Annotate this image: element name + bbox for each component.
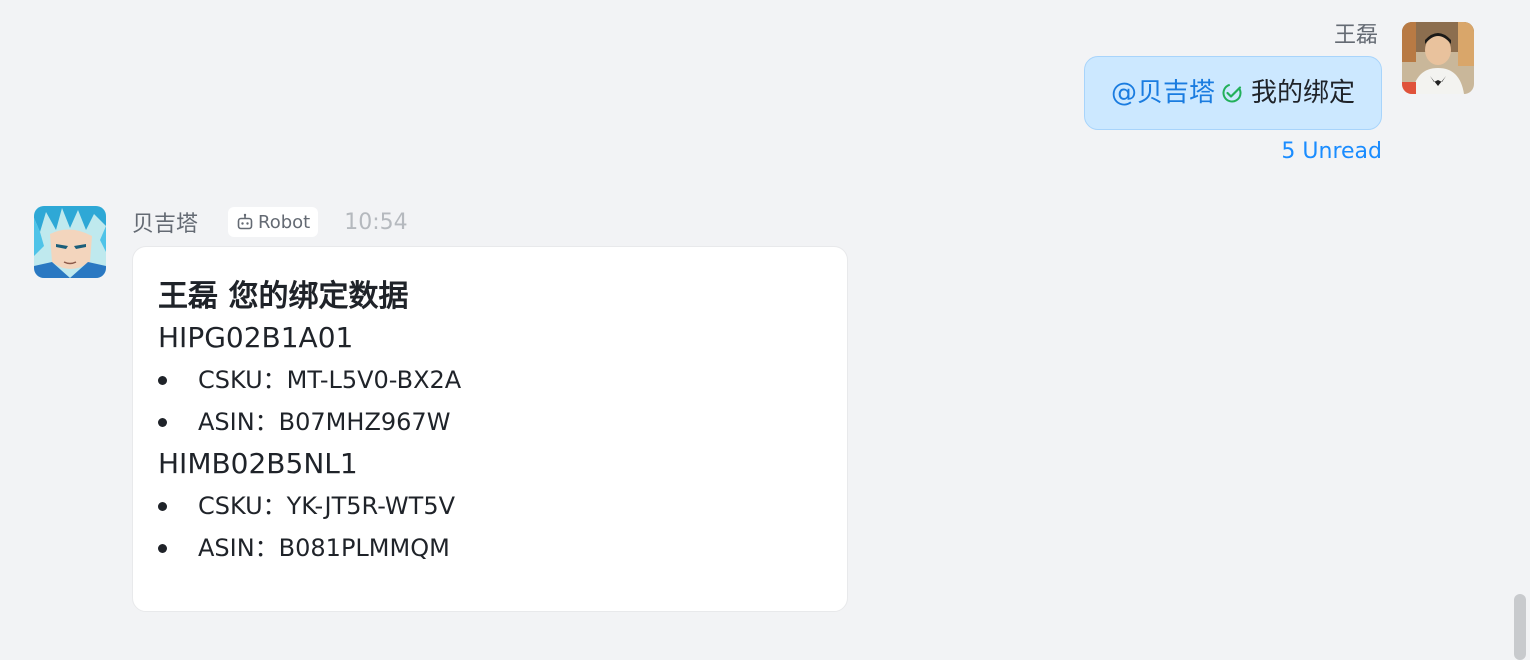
user-avatar[interactable] [1402,22,1474,94]
robot-badge: Robot [228,207,319,237]
mention-link[interactable]: @贝吉塔 [1111,76,1215,110]
chat-view: 王磊 @贝吉塔 我的绑定 5 Unread 贝吉塔 Robot 10:54 王磊… [0,0,1530,660]
incoming-sender-name[interactable]: 贝吉塔 [132,206,198,238]
outgoing-message-bubble[interactable]: @贝吉塔 我的绑定 [1083,56,1382,130]
outgoing-sender-name: 王磊 [1333,23,1378,48]
item-properties-list: CSKU：YK-JT5R-WT5V ASIN：B081PLMMQM [158,485,821,569]
bot-avatar[interactable] [34,206,106,278]
unread-count-link[interactable]: 5 Unread [1281,138,1382,166]
robot-badge-label: Robot [258,211,311,233]
user-photo-icon [1402,22,1474,94]
csku-entry: CSKU：YK-JT5R-WT5V [158,485,821,527]
binding-data-card[interactable]: 王磊 您的绑定数据 HIPG02B1A01 CSKU：MT-L5V0-BX2A … [132,246,848,612]
chat-scrollbar[interactable] [1514,594,1526,660]
asin-entry: ASIN：B081PLMMQM [158,527,821,569]
card-title: 王磊 您的绑定数据 [158,279,409,314]
robot-icon [237,213,253,230]
item-code: HIPG02B1A01 [158,321,354,354]
asin-entry: ASIN：B07MHZ967W [158,401,821,443]
item-code: HIMB02B5NL1 [158,447,358,480]
item-properties-list: CSKU：MT-L5V0-BX2A ASIN：B07MHZ967W [158,359,821,443]
anime-character-icon [34,206,106,278]
read-check-icon [1222,83,1242,103]
message-timestamp: 10:54 [344,209,408,235]
outgoing-message-text: 我的绑定 [1250,78,1355,108]
incoming-message-header: 贝吉塔 Robot 10:54 [132,206,408,238]
csku-entry: CSKU：MT-L5V0-BX2A [158,359,821,401]
